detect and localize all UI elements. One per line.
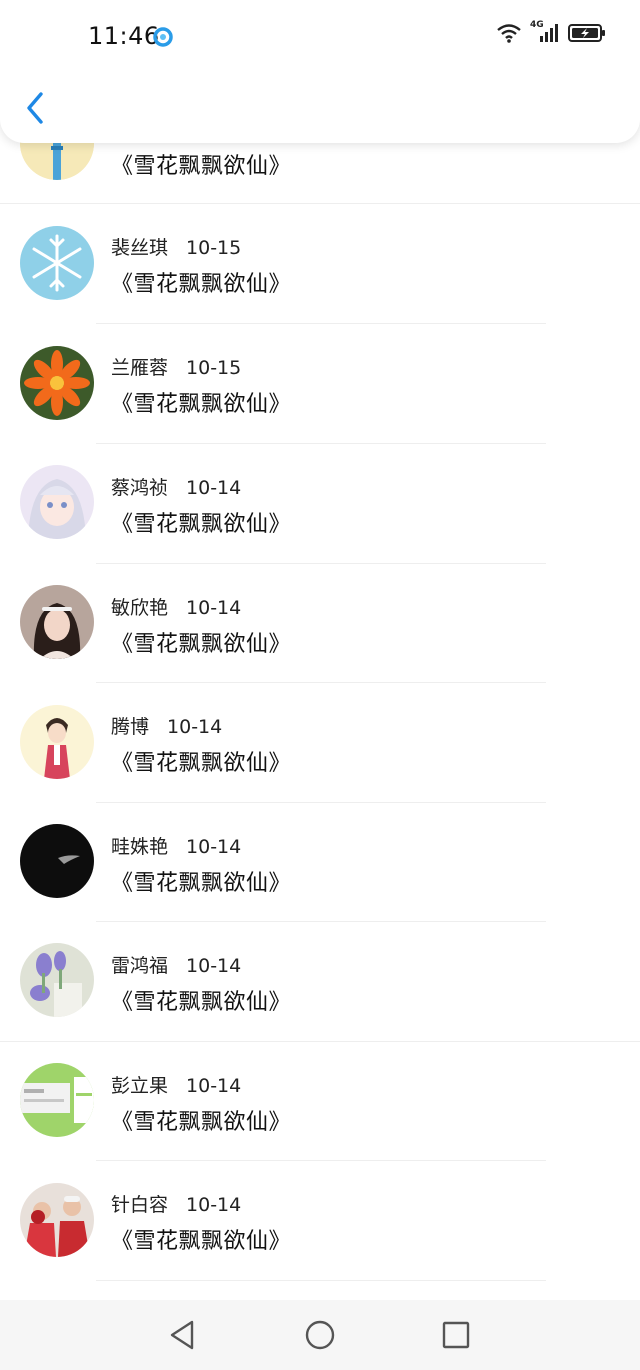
avatar	[20, 1183, 94, 1257]
wifi-icon	[497, 24, 521, 43]
circle-home-icon[interactable]	[300, 1315, 340, 1355]
list-item[interactable]: 腾博 10-14 《雪花飘飘欲仙》	[0, 682, 640, 802]
green-card-avatar-image	[20, 1063, 94, 1137]
header: 11:46 4G	[0, 0, 640, 143]
dark-avatar-image	[20, 824, 94, 898]
item-meta: 彭立果 10-14	[111, 1071, 241, 1098]
item-meta: 雷鸿福 10-14	[111, 951, 241, 978]
item-meta: 兰雁蓉 10-15	[111, 353, 241, 380]
list-item[interactable]: 敏欣艳 10-14 《雪花飘飘欲仙》	[0, 563, 640, 683]
author-name[interactable]: 畦姝艳	[111, 836, 168, 858]
author-name[interactable]: 兰雁蓉	[111, 357, 168, 379]
cellular-signal: 4G	[530, 20, 560, 44]
anime-girl-avatar-image	[20, 465, 94, 539]
item-date: 10-15	[186, 357, 242, 379]
item-date: 10-14	[186, 1194, 242, 1216]
author-name[interactable]: 雷鸿福	[111, 955, 168, 977]
item-meta: 针白容 10-14	[111, 1190, 241, 1217]
divider	[96, 1280, 546, 1281]
avatar	[20, 705, 94, 779]
item-date: 10-14	[186, 836, 242, 858]
status-time: 11:46	[88, 22, 160, 50]
item-title: 《雪花飘飘欲仙》	[111, 512, 292, 537]
system-navigation-bar	[0, 1300, 640, 1370]
list-item[interactable]: 蔡鸿祯 10-14 《雪花飘飘欲仙》	[0, 443, 640, 563]
author-name[interactable]: 裴丝琪	[111, 237, 168, 259]
item-title: 《雪花飘飘欲仙》	[111, 871, 292, 896]
item-date: 10-14	[186, 955, 242, 977]
item-title: 《雪花飘飘欲仙》	[111, 272, 292, 297]
item-date: 10-14	[186, 477, 242, 499]
list-item[interactable]: 裴丝琪 10-15 《雪花飘飘欲仙》	[0, 203, 640, 323]
avatar	[20, 943, 94, 1017]
portrait-avatar-image	[20, 585, 94, 659]
item-title: 《雪花飘飘欲仙》	[111, 632, 292, 657]
author-name[interactable]: 敏欣艳	[111, 597, 168, 619]
author-name[interactable]: 腾博	[111, 716, 149, 738]
item-meta: 腾博 10-14	[111, 712, 222, 739]
list-item[interactable]: 彭立果 10-14 《雪花飘飘欲仙》	[0, 1041, 640, 1161]
square-recents-icon[interactable]	[436, 1315, 476, 1355]
app-notification-icon	[153, 27, 173, 47]
lavender-avatar-image	[20, 943, 94, 1017]
item-date: 10-14	[186, 597, 242, 619]
status-icons: 4G	[496, 20, 606, 44]
triangle-back-icon[interactable]	[162, 1315, 202, 1355]
item-title: 《雪花飘飘欲仙》	[111, 1229, 292, 1254]
couple-avatar-image	[20, 1183, 94, 1257]
item-date: 10-14	[167, 716, 223, 738]
item-meta: 畦姝艳 10-14	[111, 832, 241, 859]
item-title: 《雪花飘飘欲仙》	[111, 990, 292, 1015]
list-item[interactable]: 畦姝艳 10-14 《雪花飘飘欲仙》	[0, 802, 640, 922]
author-name[interactable]: 蔡鸿祯	[111, 477, 168, 499]
avatar	[20, 585, 94, 659]
snowflake-avatar-image	[20, 226, 94, 300]
screen: 《雪花飘飘欲仙》 裴丝琪 10-15 《雪花飘飘欲仙》 兰雁蓉 10-15 《雪…	[0, 0, 640, 1370]
author-name[interactable]: 针白容	[111, 1194, 168, 1216]
item-meta: 裴丝琪 10-15	[111, 233, 241, 260]
item-meta: 蔡鸿祯 10-14	[111, 473, 241, 500]
signal-bars-icon	[540, 24, 558, 42]
item-date: 10-15	[186, 237, 242, 259]
item-title: 《雪花飘飘欲仙》	[111, 154, 292, 179]
flower-avatar-image	[20, 346, 94, 420]
battery-charging-icon	[568, 24, 605, 42]
author-name[interactable]: 彭立果	[111, 1075, 168, 1097]
avatar	[20, 824, 94, 898]
item-title: 《雪花飘飘欲仙》	[111, 392, 292, 417]
list-item[interactable]: 雷鸿福 10-14 《雪花飘飘欲仙》	[0, 921, 640, 1041]
anime-boy-avatar-image	[20, 705, 94, 779]
avatar	[20, 346, 94, 420]
item-title: 《雪花飘飘欲仙》	[111, 751, 292, 776]
back-button[interactable]	[20, 88, 52, 128]
item-meta: 敏欣艳 10-14	[111, 593, 241, 620]
item-title: 《雪花飘飘欲仙》	[111, 1110, 292, 1135]
avatar	[20, 226, 94, 300]
avatar	[20, 465, 94, 539]
avatar	[20, 1063, 94, 1137]
list-item[interactable]: 针白容 10-14 《雪花飘飘欲仙》	[0, 1160, 640, 1280]
list-item[interactable]: 兰雁蓉 10-15 《雪花飘飘欲仙》	[0, 323, 640, 443]
item-date: 10-14	[186, 1075, 242, 1097]
